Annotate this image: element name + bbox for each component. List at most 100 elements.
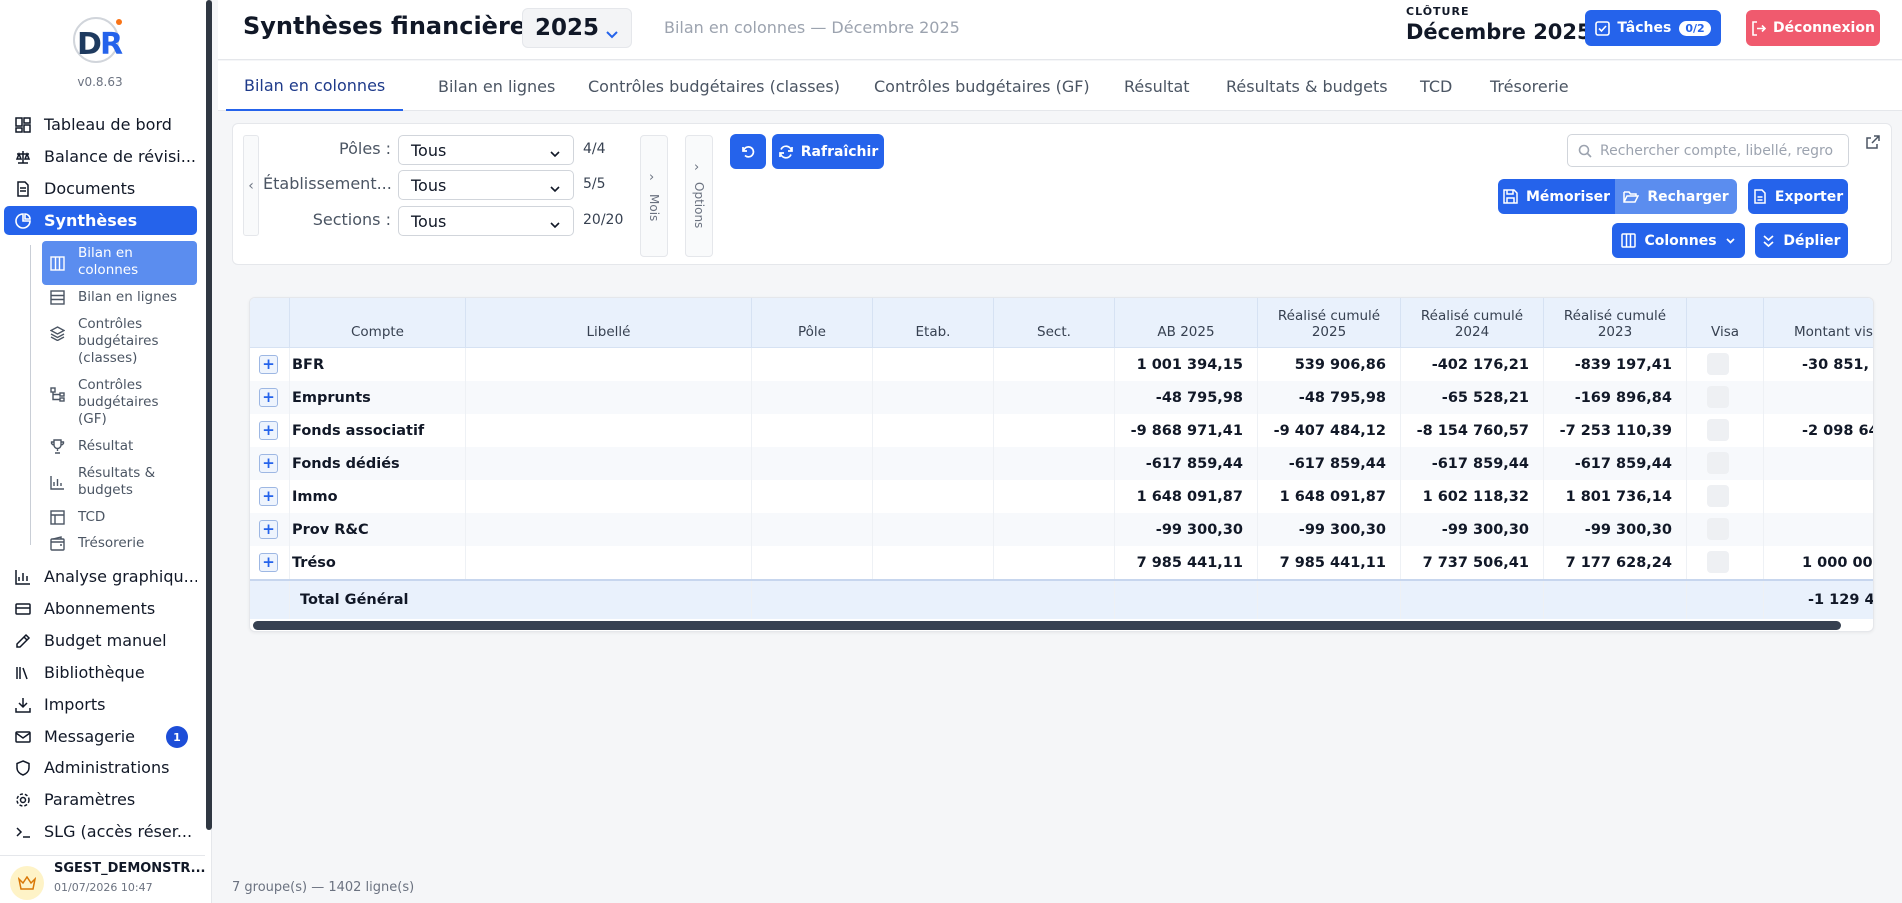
- tab-bilan-lignes[interactable]: Bilan en lignes: [438, 61, 555, 111]
- visa-checkbox[interactable]: [1707, 386, 1729, 408]
- collapse-filters-button[interactable]: ‹: [243, 135, 259, 236]
- tab-controles-gf[interactable]: Contrôles budgétaires (GF): [874, 61, 1090, 111]
- col-compte[interactable]: Compte: [290, 298, 466, 348]
- plus-icon[interactable]: +: [259, 355, 278, 374]
- user-panel[interactable]: SGEST_DEMONSTR... 01/07/2026 10:47: [0, 855, 205, 903]
- cell-montant-vise: -30 851,: [1802, 356, 1870, 373]
- tasks-button[interactable]: Tâches 0/2: [1585, 10, 1721, 46]
- subnav-resultats-budgets[interactable]: Résultats & budgets: [42, 465, 197, 499]
- cell-rc2023: -169 896,84: [1544, 381, 1687, 414]
- visa-checkbox[interactable]: [1707, 518, 1729, 540]
- tab-bilan-colonnes[interactable]: Bilan en colonnes: [226, 61, 404, 111]
- table-row[interactable]: + BFR 1 001 394,15 539 906,86 -402 176,21 -83…: [250, 348, 1873, 381]
- subnav-tcd[interactable]: TCD: [42, 509, 197, 526]
- visa-checkbox[interactable]: [1707, 419, 1729, 441]
- nav-tableau-de-bord[interactable]: Tableau de bord: [4, 110, 197, 139]
- closing-label: CLÔTURE: [1406, 5, 1470, 18]
- reset-button[interactable]: [730, 134, 766, 169]
- table-row[interactable]: + Emprunts -48 795,98 -48 795,98 -65 528,21-…: [250, 381, 1873, 414]
- visa-checkbox[interactable]: [1707, 353, 1729, 375]
- nav-budget-manuel[interactable]: Budget manuel: [4, 626, 197, 655]
- nav-imports[interactable]: Imports: [4, 690, 197, 719]
- subnav-controles-classes[interactable]: Contrôles budgétaires (classes): [42, 316, 197, 367]
- pie-chart-icon: [14, 212, 32, 230]
- table-row[interactable]: + Fonds dédiés -617 859,44 -617 859,44 -617 …: [250, 447, 1873, 480]
- tab-controles-classes[interactable]: Contrôles budgétaires (classes): [588, 61, 840, 111]
- visa-checkbox[interactable]: [1707, 485, 1729, 507]
- nav-documents[interactable]: Documents: [4, 174, 197, 203]
- options-toggle[interactable]: › Options: [685, 135, 713, 257]
- visa-checkbox[interactable]: [1707, 452, 1729, 474]
- table-row[interactable]: + Tréso 7 985 441,11 7 985 441,11 7 737 506,…: [250, 546, 1873, 579]
- table-horizontal-scrollbar[interactable]: [253, 621, 1841, 630]
- search-placeholder: Rechercher compte, libellé, regro: [1600, 142, 1834, 159]
- tab-tcd[interactable]: TCD: [1420, 61, 1452, 111]
- plus-icon[interactable]: +: [259, 553, 278, 572]
- sections-select[interactable]: Tous: [398, 206, 574, 236]
- nav-syntheses[interactable]: Synthèses: [4, 206, 197, 235]
- bar-chart-icon: [14, 568, 32, 586]
- col-rc2023[interactable]: Réalisé cumulé 2023: [1544, 298, 1687, 348]
- nav-parametres[interactable]: Paramètres: [4, 785, 197, 814]
- nav-bibliotheque[interactable]: Bibliothèque: [4, 658, 197, 687]
- svg-text:R: R: [100, 27, 123, 62]
- subnav-tresorerie[interactable]: Trésorerie: [42, 535, 197, 552]
- col-rc2024-line2: 2024: [1454, 324, 1490, 340]
- external-link-icon[interactable]: [1865, 134, 1881, 154]
- plus-icon[interactable]: +: [259, 487, 278, 506]
- colonnes-button[interactable]: Colonnes: [1612, 223, 1745, 258]
- visa-checkbox[interactable]: [1707, 551, 1729, 573]
- nav-administrations[interactable]: Administrations: [4, 753, 197, 782]
- tab-tresorerie[interactable]: Trésorerie: [1490, 61, 1569, 111]
- nav-analyse-graphique[interactable]: Analyse graphiqu...: [4, 562, 197, 591]
- plus-icon[interactable]: +: [259, 421, 278, 440]
- sidebar-scrollbar[interactable]: [206, 0, 212, 830]
- subnav-bilan-lignes[interactable]: Bilan en lignes: [42, 289, 197, 306]
- app-logo[interactable]: D R: [60, 14, 140, 70]
- nav-balance[interactable]: Balance de révisi...: [4, 142, 197, 171]
- plus-icon[interactable]: +: [259, 520, 278, 539]
- refresh-button[interactable]: Rafraîchir: [772, 134, 884, 169]
- col-pole[interactable]: Pôle: [752, 298, 873, 348]
- col-rc2024[interactable]: Réalisé cumulé 2024: [1401, 298, 1544, 348]
- etab-select[interactable]: Tous: [398, 170, 574, 200]
- cell-pole: [752, 381, 873, 414]
- col-visa[interactable]: Visa: [1687, 298, 1764, 348]
- col-etab[interactable]: Etab.: [873, 298, 994, 348]
- nav-abonnements[interactable]: Abonnements: [4, 594, 197, 623]
- col-sect[interactable]: Sect.: [994, 298, 1115, 348]
- col-ab2025[interactable]: AB 2025: [1115, 298, 1258, 348]
- recharger-button[interactable]: Recharger: [1615, 179, 1737, 214]
- table-row[interactable]: + Fonds associatif -9 868 971,41 -9 407 484…: [250, 414, 1873, 447]
- table-row[interactable]: + Prov R&C -99 300,30 -99 300,30 -99 300,30-…: [250, 513, 1873, 546]
- plus-icon[interactable]: +: [259, 388, 278, 407]
- logout-button[interactable]: Déconnexion: [1746, 10, 1880, 46]
- search-input[interactable]: Rechercher compte, libellé, regro: [1567, 134, 1849, 167]
- tab-resultat[interactable]: Résultat: [1124, 61, 1190, 111]
- col-libelle[interactable]: Libellé: [466, 298, 752, 348]
- plus-icon[interactable]: +: [259, 454, 278, 473]
- col-rc2025[interactable]: Réalisé cumulé 2025: [1258, 298, 1401, 348]
- memoriser-button[interactable]: Mémoriser: [1498, 179, 1615, 214]
- subnav-resultat[interactable]: Résultat: [42, 438, 197, 455]
- poles-select[interactable]: Tous: [398, 135, 574, 165]
- export-button[interactable]: Exporter: [1748, 179, 1848, 214]
- cell-compte: Tréso: [290, 546, 466, 579]
- table-row[interactable]: + Immo 1 648 091,87 1 648 091,87 1 602 118,3…: [250, 480, 1873, 513]
- mois-toggle[interactable]: › Mois: [640, 135, 668, 257]
- nav-label: Tableau de bord: [44, 115, 172, 134]
- subnav-bilan-colonnes[interactable]: Bilan en colonnes: [42, 241, 197, 285]
- total-spacer: [1401, 581, 1544, 619]
- total-spacer: [752, 581, 1115, 619]
- year-select[interactable]: 2025: [522, 8, 632, 48]
- tab-resultats-budgets[interactable]: Résultats & budgets: [1226, 61, 1388, 111]
- deplier-button[interactable]: Déplier: [1755, 223, 1848, 258]
- nav-slg[interactable]: SLG (accès réser...: [4, 817, 197, 846]
- subnav-controles-gf[interactable]: Contrôles budgétaires (GF): [42, 377, 197, 428]
- cell-rc2023: -617 859,44: [1544, 447, 1687, 480]
- col-expand: [250, 298, 290, 348]
- dashboard-icon: [14, 116, 32, 134]
- col-montant-vise[interactable]: Montant visé: [1764, 298, 1873, 348]
- cell-rc2024: 7 737 506,41: [1401, 546, 1544, 579]
- table-total-row: Total Général -1 129 495: [250, 579, 1873, 619]
